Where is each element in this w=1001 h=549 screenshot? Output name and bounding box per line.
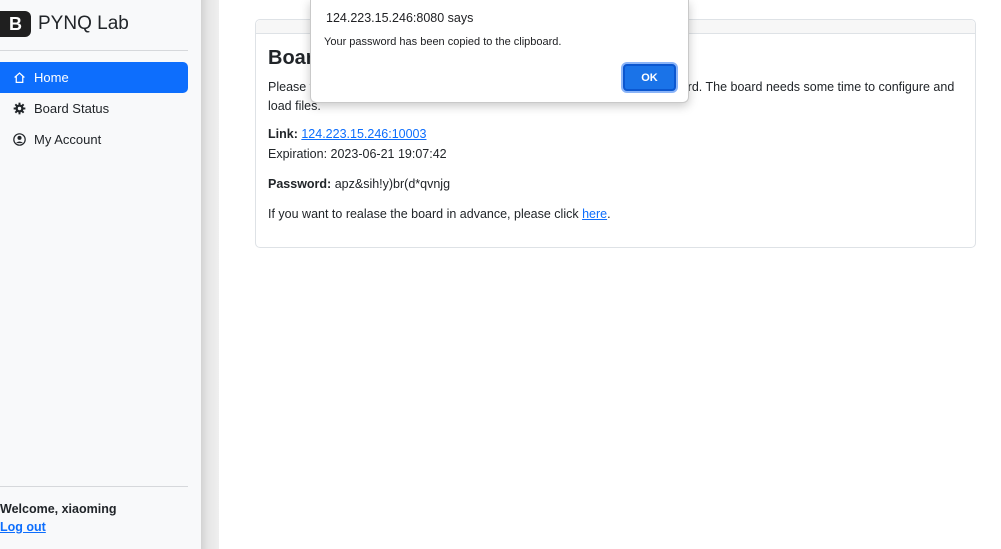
alert-dialog: 124.223.15.246:8080 says Your password h… xyxy=(310,0,689,103)
sidebar-splitter xyxy=(201,0,219,549)
sidebar-item-home[interactable]: Home xyxy=(0,62,188,93)
sidebar-item-board-status[interactable]: Board Status xyxy=(0,93,188,124)
sidebar-divider xyxy=(0,486,188,487)
sidebar-item-my-account[interactable]: My Account xyxy=(0,124,188,155)
welcome-text: Welcome, xiaoming xyxy=(0,502,117,516)
password-label: Password: xyxy=(268,177,332,191)
release-end: . xyxy=(607,207,611,221)
sidebar-nav: Home Board Status My Account xyxy=(0,62,188,155)
sidebar: B PYNQ Lab Home Board Status My Account … xyxy=(0,0,201,549)
sidebar-item-label: My Account xyxy=(34,132,102,147)
link-label: Link: xyxy=(268,127,298,141)
brand[interactable]: B PYNQ Lab xyxy=(0,10,129,38)
password-value: apz&sih!y)br(d*qvnjg xyxy=(334,177,451,191)
release-text: If you want to realase the board in adva… xyxy=(268,207,583,221)
bootstrap-logo-icon: B xyxy=(0,11,31,37)
link-row: Link: 124.223.15.246:10003 xyxy=(268,127,426,141)
dialog-message: Your password has been copied to the cli… xyxy=(324,36,562,48)
dialog-title: 124.223.15.246:8080 says xyxy=(326,11,474,25)
sidebar-divider xyxy=(0,50,188,51)
expiration-text: Expiration: 2023-06-21 19:07:42 xyxy=(268,147,447,161)
intro-right: ard. The board needs some time to config… xyxy=(680,80,955,94)
card-title: Boar xyxy=(268,47,314,69)
gear-icon xyxy=(12,102,26,116)
sidebar-item-label: Board Status xyxy=(34,101,110,116)
brand-name: PYNQ Lab xyxy=(38,13,129,34)
password-row: Password: apz&sih!y)br(d*qvnjg xyxy=(268,177,450,191)
board-link[interactable]: 124.223.15.246:10003 xyxy=(301,127,426,141)
user-circle-icon xyxy=(12,133,26,147)
house-icon xyxy=(12,71,26,85)
ok-button[interactable]: OK xyxy=(623,64,676,91)
logout-link[interactable]: Log out xyxy=(0,520,46,534)
release-row: If you want to realase the board in adva… xyxy=(268,207,611,221)
release-link[interactable]: here xyxy=(582,207,607,221)
sidebar-item-label: Home xyxy=(34,70,69,85)
